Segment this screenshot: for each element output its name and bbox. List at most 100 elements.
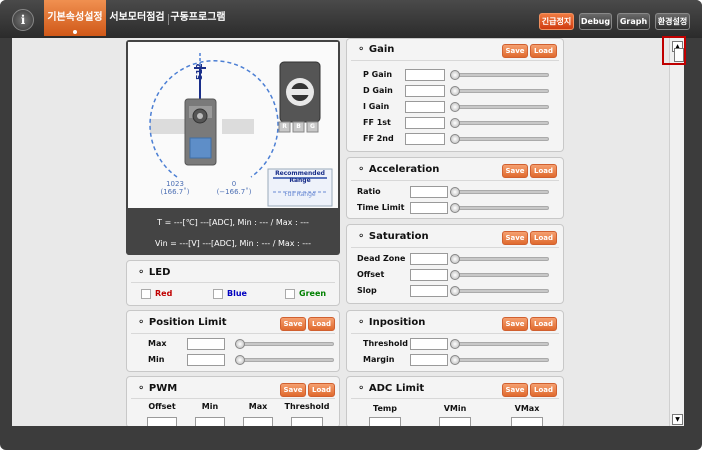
adc-vmin-label: VMin	[443, 404, 467, 413]
i-gain-input[interactable]	[405, 101, 445, 113]
inposition-load-button[interactable]: Load	[530, 317, 557, 331]
adc-limit-save-button[interactable]: Save	[502, 383, 528, 397]
dead-zone-slider-knob[interactable]	[450, 254, 460, 264]
left-limit-angle: (166.7˚)	[160, 188, 190, 196]
d-gain-slider-knob[interactable]	[450, 86, 460, 96]
dead-zone-slider[interactable]	[450, 257, 549, 261]
saturation-offset-input[interactable]	[410, 269, 448, 281]
servo-top-icon-bar	[290, 89, 310, 95]
debug-button[interactable]: Debug	[579, 13, 612, 30]
threshold-slider[interactable]	[450, 342, 549, 346]
slop-input[interactable]	[410, 285, 448, 297]
ff-2nd-label: FF 2nd	[363, 134, 394, 143]
time-limit-label: Time Limit	[357, 203, 405, 212]
gain-load-button[interactable]: Load	[530, 44, 557, 58]
pwm-save-button[interactable]: Save	[280, 383, 306, 397]
ff-1st-input[interactable]	[405, 117, 445, 129]
saturation-load-button[interactable]: Load	[530, 231, 557, 245]
position-min-slider[interactable]	[235, 358, 334, 362]
position-bar-right	[222, 119, 254, 134]
saturation-offset-label: Offset	[357, 270, 385, 279]
margin-label: Margin	[363, 355, 395, 364]
time-limit-slider[interactable]	[450, 206, 549, 210]
ratio-label: Ratio	[357, 187, 381, 196]
tab-basic-settings[interactable]: 기본속성설정	[44, 0, 106, 36]
threshold-input[interactable]	[410, 338, 448, 350]
d-gain-slider[interactable]	[450, 89, 549, 93]
pwm-min-label: Min	[201, 402, 219, 411]
position-max-slider[interactable]	[235, 342, 334, 346]
panel-divider	[131, 282, 335, 283]
ratio-slider[interactable]	[450, 190, 549, 194]
settings-button[interactable]: 환경설정	[655, 13, 690, 30]
led-red-checkbox[interactable]	[141, 289, 151, 299]
panel-divider	[131, 398, 335, 399]
led-title-text: LED	[148, 267, 171, 278]
ff-1st-slider-knob[interactable]	[450, 118, 460, 128]
ff-2nd-input[interactable]	[405, 133, 445, 145]
pwm-panel: ⚬ PWM Save Load Offset Min Max Threshold	[126, 376, 340, 429]
panel-divider	[351, 60, 559, 61]
scroll-down-icon[interactable]: ▼	[672, 414, 683, 425]
right-limit-angle: (−166.7˚)	[216, 188, 252, 196]
dead-zone-label: Dead Zone	[357, 254, 406, 263]
vertical-scrollbar[interactable]: ▲ ▼	[669, 38, 684, 426]
position-max-slider-knob[interactable]	[235, 339, 245, 349]
led-green-checkbox[interactable]	[285, 289, 295, 299]
led-b-letter: B	[296, 123, 301, 130]
position-min-slider-knob[interactable]	[235, 355, 245, 365]
saturation-save-button[interactable]: Save	[502, 231, 528, 245]
i-gain-slider-knob[interactable]	[450, 102, 460, 112]
pwm-load-button[interactable]: Load	[308, 383, 335, 397]
gain-save-button[interactable]: Save	[502, 44, 528, 58]
ff-2nd-slider-knob[interactable]	[450, 134, 460, 144]
inposition-save-button[interactable]: Save	[502, 317, 528, 331]
adc-limit-load-button[interactable]: Load	[530, 383, 557, 397]
slop-label: Slop	[357, 286, 377, 295]
scroll-thumb-highlight	[662, 36, 686, 65]
saturation-offset-slider-knob[interactable]	[450, 270, 460, 280]
top-nav-bar: i 기본속성설정 서보모터점검 구동프로그램 긴급정지 Debug Graph …	[0, 0, 702, 38]
info-icon[interactable]: i	[12, 9, 34, 31]
ratio-slider-knob[interactable]	[450, 187, 460, 197]
position-max-input[interactable]	[187, 338, 225, 350]
dead-zone-input[interactable]	[410, 253, 448, 265]
position-limit-load-button[interactable]: Load	[308, 317, 335, 331]
panel-divider	[351, 180, 559, 181]
d-gain-input[interactable]	[405, 85, 445, 97]
p-gain-input[interactable]	[405, 69, 445, 81]
ff-2nd-slider[interactable]	[450, 137, 549, 141]
slop-slider[interactable]	[450, 289, 549, 293]
acceleration-save-button[interactable]: Save	[502, 164, 528, 178]
saturation-offset-slider[interactable]	[450, 273, 549, 277]
graph-button[interactable]: Graph	[617, 13, 650, 30]
p-gain-slider-knob[interactable]	[450, 70, 460, 80]
gain-panel: ⚬ Gain Save Load P Gain D Gain I Gain FF…	[346, 38, 564, 152]
panel-divider	[351, 247, 559, 248]
margin-slider-knob[interactable]	[450, 355, 460, 365]
i-gain-slider[interactable]	[450, 105, 549, 109]
led-blue-checkbox[interactable]	[213, 289, 223, 299]
tab-servo-check[interactable]: 서보모터점검	[108, 0, 166, 36]
ff-1st-label: FF 1st	[363, 118, 391, 127]
nav-divider	[168, 14, 169, 25]
margin-slider[interactable]	[450, 358, 549, 362]
slop-slider-knob[interactable]	[450, 286, 460, 296]
saturation-title: ⚬ Saturation	[357, 231, 429, 242]
position-min-input[interactable]	[187, 354, 225, 366]
d-gain-label: D Gain	[363, 86, 393, 95]
acceleration-load-button[interactable]: Load	[530, 164, 557, 178]
position-limit-panel: ⚬ Position Limit Save Load Max Min	[126, 310, 340, 372]
bottom-frame	[12, 426, 683, 436]
saturation-title-text: Saturation	[368, 231, 429, 242]
tab-drive-program[interactable]: 구동프로그램	[170, 0, 226, 36]
emergency-stop-button[interactable]: 긴급정지	[539, 13, 574, 30]
time-limit-slider-knob[interactable]	[450, 203, 460, 213]
threshold-slider-knob[interactable]	[450, 339, 460, 349]
ff-1st-slider[interactable]	[450, 121, 549, 125]
p-gain-slider[interactable]	[450, 73, 549, 77]
margin-input[interactable]	[410, 354, 448, 366]
ratio-input[interactable]	[410, 186, 448, 198]
time-limit-input[interactable]	[410, 202, 448, 214]
position-limit-save-button[interactable]: Save	[280, 317, 306, 331]
